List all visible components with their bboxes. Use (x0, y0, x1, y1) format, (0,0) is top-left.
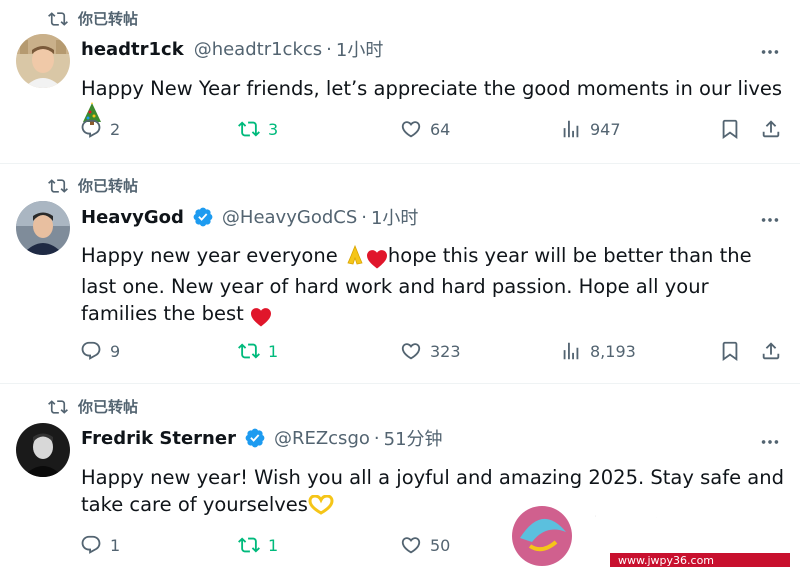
more-options-button[interactable] (758, 430, 782, 454)
tweet-text: Happy new year everyone hope this year w… (81, 242, 771, 331)
tweet-actions: 2 3 64 947 (80, 118, 784, 146)
watermark-url: www.jwpy36.com (618, 554, 714, 567)
reply-count: 9 (110, 341, 121, 361)
folded-hands-emoji (344, 244, 366, 273)
display-name[interactable]: HeavyGod (81, 207, 184, 228)
more-icon (759, 41, 781, 63)
like-icon (400, 118, 422, 140)
avatar[interactable] (16, 34, 70, 88)
handle[interactable]: @REZcsgo (274, 428, 370, 449)
more-icon (759, 431, 781, 453)
repost-indicator: 你已转帖 (48, 175, 138, 196)
like-icon (400, 340, 422, 362)
repost-count: 1 (268, 535, 279, 555)
handle[interactable]: @HeavyGodCS (222, 207, 357, 228)
repost-indicator: 你已转帖 (48, 396, 138, 417)
repost-button[interactable]: 3 (238, 118, 278, 140)
bookmark-button[interactable] (719, 340, 741, 362)
reply-count: 1 (110, 535, 121, 555)
like-count: 50 (430, 535, 451, 555)
more-options-button[interactable] (758, 40, 782, 64)
more-options-button[interactable] (758, 208, 782, 232)
tweet-card[interactable]: 你已转帖 HeavyGod @HeavyGodCS · 1小时 Happy ne… (0, 163, 800, 383)
repost-label: 你已转帖 (78, 10, 139, 28)
share-icon (760, 340, 782, 362)
timestamp[interactable]: 51分钟 (384, 425, 443, 451)
heart-hands-emoji (308, 494, 334, 522)
repost-icon (238, 118, 260, 140)
reply-icon (80, 340, 102, 362)
display-name[interactable]: headtr1ck (81, 39, 184, 60)
separator-dot: · (373, 427, 380, 449)
tweet-actions: 9 1 323 8,193 (80, 340, 784, 368)
reply-button[interactable]: 9 (80, 340, 120, 362)
bookmark-icon (719, 118, 741, 140)
separator-dot: · (326, 38, 332, 60)
like-button[interactable]: 50 (400, 534, 450, 556)
repost-button[interactable]: 1 (238, 534, 278, 556)
timestamp[interactable]: 1小时 (336, 36, 383, 62)
red-heart-emoji (250, 304, 272, 331)
repost-count: 3 (268, 119, 279, 139)
views-icon (560, 340, 582, 362)
share-button[interactable] (760, 340, 782, 362)
reply-button[interactable]: 1 (80, 534, 120, 556)
repost-button[interactable]: 1 (238, 340, 278, 362)
views-icon (560, 118, 582, 140)
repost-label: 你已转帖 (78, 398, 139, 416)
tweet-header: HeavyGod @HeavyGodCS · 1小时 (81, 204, 418, 230)
avatar[interactable] (16, 201, 70, 255)
repost-icon (48, 397, 68, 417)
views-count: 947 (590, 119, 621, 139)
repost-icon (48, 176, 68, 196)
repost-icon (48, 9, 68, 29)
tweet-text-content: Happy New Year friends, let’s appreciate… (81, 77, 783, 100)
like-icon (400, 534, 422, 556)
reply-icon (80, 118, 102, 140)
views-button[interactable]: 8,193 (560, 340, 636, 362)
tweet-text-part-1: Happy new year everyone (81, 244, 338, 267)
separator-dot: · (361, 206, 367, 228)
tweet-card[interactable]: 你已转帖 headtr1ck @headtr1ckcs · 1小时 Happy … (0, 0, 800, 163)
views-count: 8,193 (590, 341, 636, 361)
repost-label: 你已转帖 (78, 177, 139, 195)
like-button[interactable]: 323 (400, 340, 461, 362)
more-icon (759, 209, 781, 231)
like-count: 64 (430, 119, 451, 139)
tweet-header: Fredrik Sterner @REZcsgo · 51分钟 (81, 425, 443, 451)
red-heart-emoji (366, 246, 388, 273)
timestamp[interactable]: 1小时 (371, 204, 418, 230)
verified-badge-icon (192, 206, 214, 228)
reply-icon (80, 534, 102, 556)
share-button[interactable] (760, 118, 782, 140)
like-button[interactable]: 64 (400, 118, 450, 140)
reply-button[interactable]: 2 (80, 118, 120, 140)
repost-count: 1 (268, 341, 279, 361)
watermark-title: 文希手游网 (580, 511, 730, 546)
share-icon (760, 118, 782, 140)
bookmark-icon (719, 340, 741, 362)
bookmark-button[interactable] (719, 118, 741, 140)
verified-badge-icon (244, 427, 266, 449)
handle[interactable]: @headtr1ckcs (194, 39, 322, 60)
reply-count: 2 (110, 119, 121, 139)
repost-icon (238, 534, 260, 556)
repost-icon (238, 340, 260, 362)
like-count: 323 (430, 341, 461, 361)
repost-indicator: 你已转帖 (48, 8, 138, 29)
watermark-logo: 文希手游网 www.jwpy36.com (500, 498, 800, 573)
tweet-header: headtr1ck @headtr1ckcs · 1小时 (81, 36, 383, 62)
views-button[interactable]: 947 (560, 118, 621, 140)
display-name[interactable]: Fredrik Sterner (81, 428, 236, 449)
avatar[interactable] (16, 423, 70, 477)
